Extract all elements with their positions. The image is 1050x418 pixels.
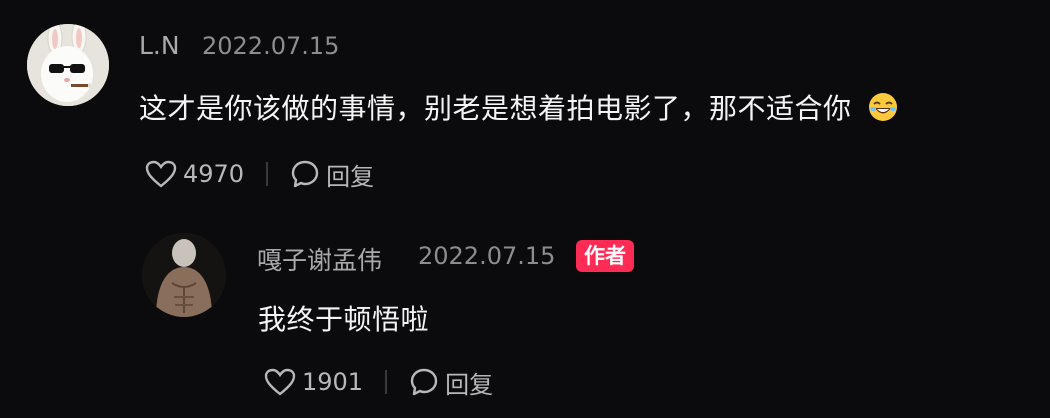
comment-actions: 1901 回复 [264,362,493,402]
comment-text: 这才是你该做的事情，别老是想着拍电影了，那不适合你 [139,92,852,125]
author-badge: 作者 [576,240,634,272]
speech-bubble-icon [410,368,438,396]
comment-text-row: 我终于顿悟啦 [258,298,429,338]
laughing-emoji [867,91,899,130]
reply-label: 回复 [445,370,494,399]
comment-username[interactable]: 嘎子谢孟伟 [257,241,382,277]
reply-label: 回复 [326,162,375,191]
avatar[interactable] [27,24,109,106]
like-count: 1901 [302,368,364,396]
rabbit-avatar-icon [27,24,109,106]
reply-button[interactable]: 回复 [409,365,493,400]
comment-username[interactable]: L.N [139,31,180,60]
like-count: 4970 [183,160,245,188]
comment-text: 我终于顿悟啦 [258,303,430,336]
muscle-man-avatar-icon [142,233,226,317]
comment-text-row: 这才是你该做的事情，别老是想着拍电影了，那不适合你 [139,87,899,130]
comment-date: 2022.07.15 [418,242,556,270]
avatar[interactable] [142,233,226,317]
reply-button[interactable]: 回复 [290,157,374,192]
divider [266,162,269,186]
like-button[interactable]: 4970 [145,160,244,188]
heart-outline-icon [145,160,177,188]
like-button[interactable]: 1901 [264,368,363,396]
divider [385,370,388,394]
speech-bubble-icon [291,160,319,188]
comment-date: 2022.07.15 [202,32,340,60]
comment-actions: 4970 回复 [145,154,374,194]
heart-outline-icon [264,368,296,396]
